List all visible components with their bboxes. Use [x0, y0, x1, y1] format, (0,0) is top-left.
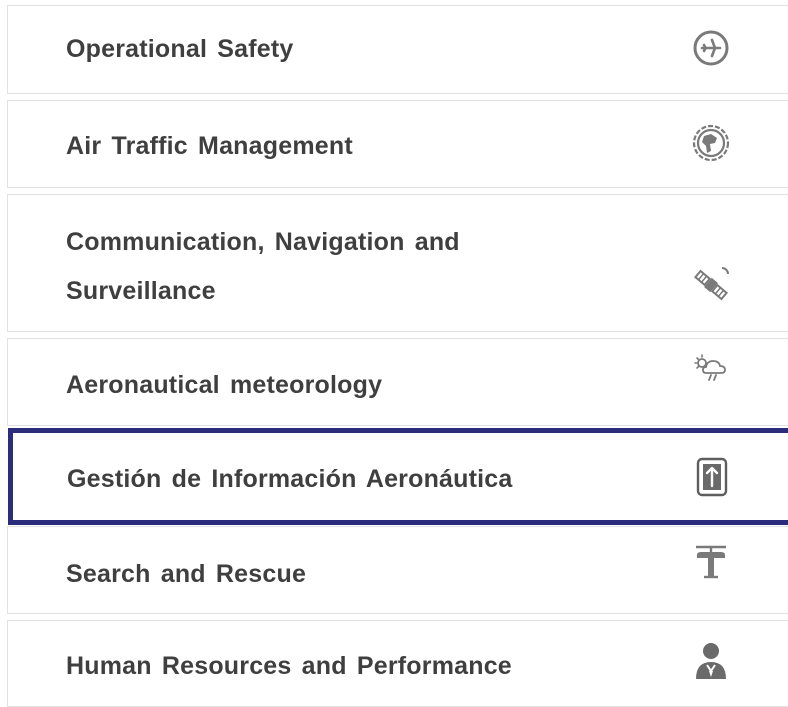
menu-item-search-and-rescue[interactable]: Search and Rescue: [7, 526, 788, 614]
menu-item-air-traffic-management[interactable]: Air Traffic Management: [7, 100, 788, 188]
menu-item-cns[interactable]: Communication, Navigation and Surveillan…: [7, 194, 788, 332]
document-upload-icon: [692, 457, 732, 497]
menu-item-label: Operational Safety: [66, 35, 294, 63]
aviation-topics-menu: Operational Safety Air Traffic Managemen…: [0, 0, 788, 707]
menu-item-label-line2: Surveillance: [66, 277, 216, 305]
menu-item-label: Air Traffic Management: [66, 132, 353, 160]
menu-item-human-resources-and-performance[interactable]: Human Resources and Performance: [7, 620, 788, 707]
globe-icon: [691, 123, 731, 163]
menu-item-label: Gestión de Información Aeronáutica: [67, 465, 513, 493]
satellite-icon: [691, 265, 731, 305]
helicopter-icon: [691, 543, 731, 583]
person-icon: [691, 641, 731, 681]
menu-item-label: Human Resources and Performance: [66, 652, 512, 680]
menu-item-label: Search and Rescue: [66, 560, 307, 588]
menu-item-aeronautical-information-management[interactable]: Gestión de Información Aeronáutica: [8, 428, 788, 525]
airplane-circle-icon: [691, 28, 731, 68]
menu-item-label-line1: Communication, Navigation and: [66, 228, 460, 256]
menu-item-operational-safety[interactable]: Operational Safety: [7, 5, 788, 94]
weather-cloud-icon: [691, 349, 731, 389]
menu-item-aeronautical-meteorology[interactable]: Aeronautical meteorology: [7, 338, 788, 426]
menu-item-label: Aeronautical meteorology: [66, 371, 383, 399]
